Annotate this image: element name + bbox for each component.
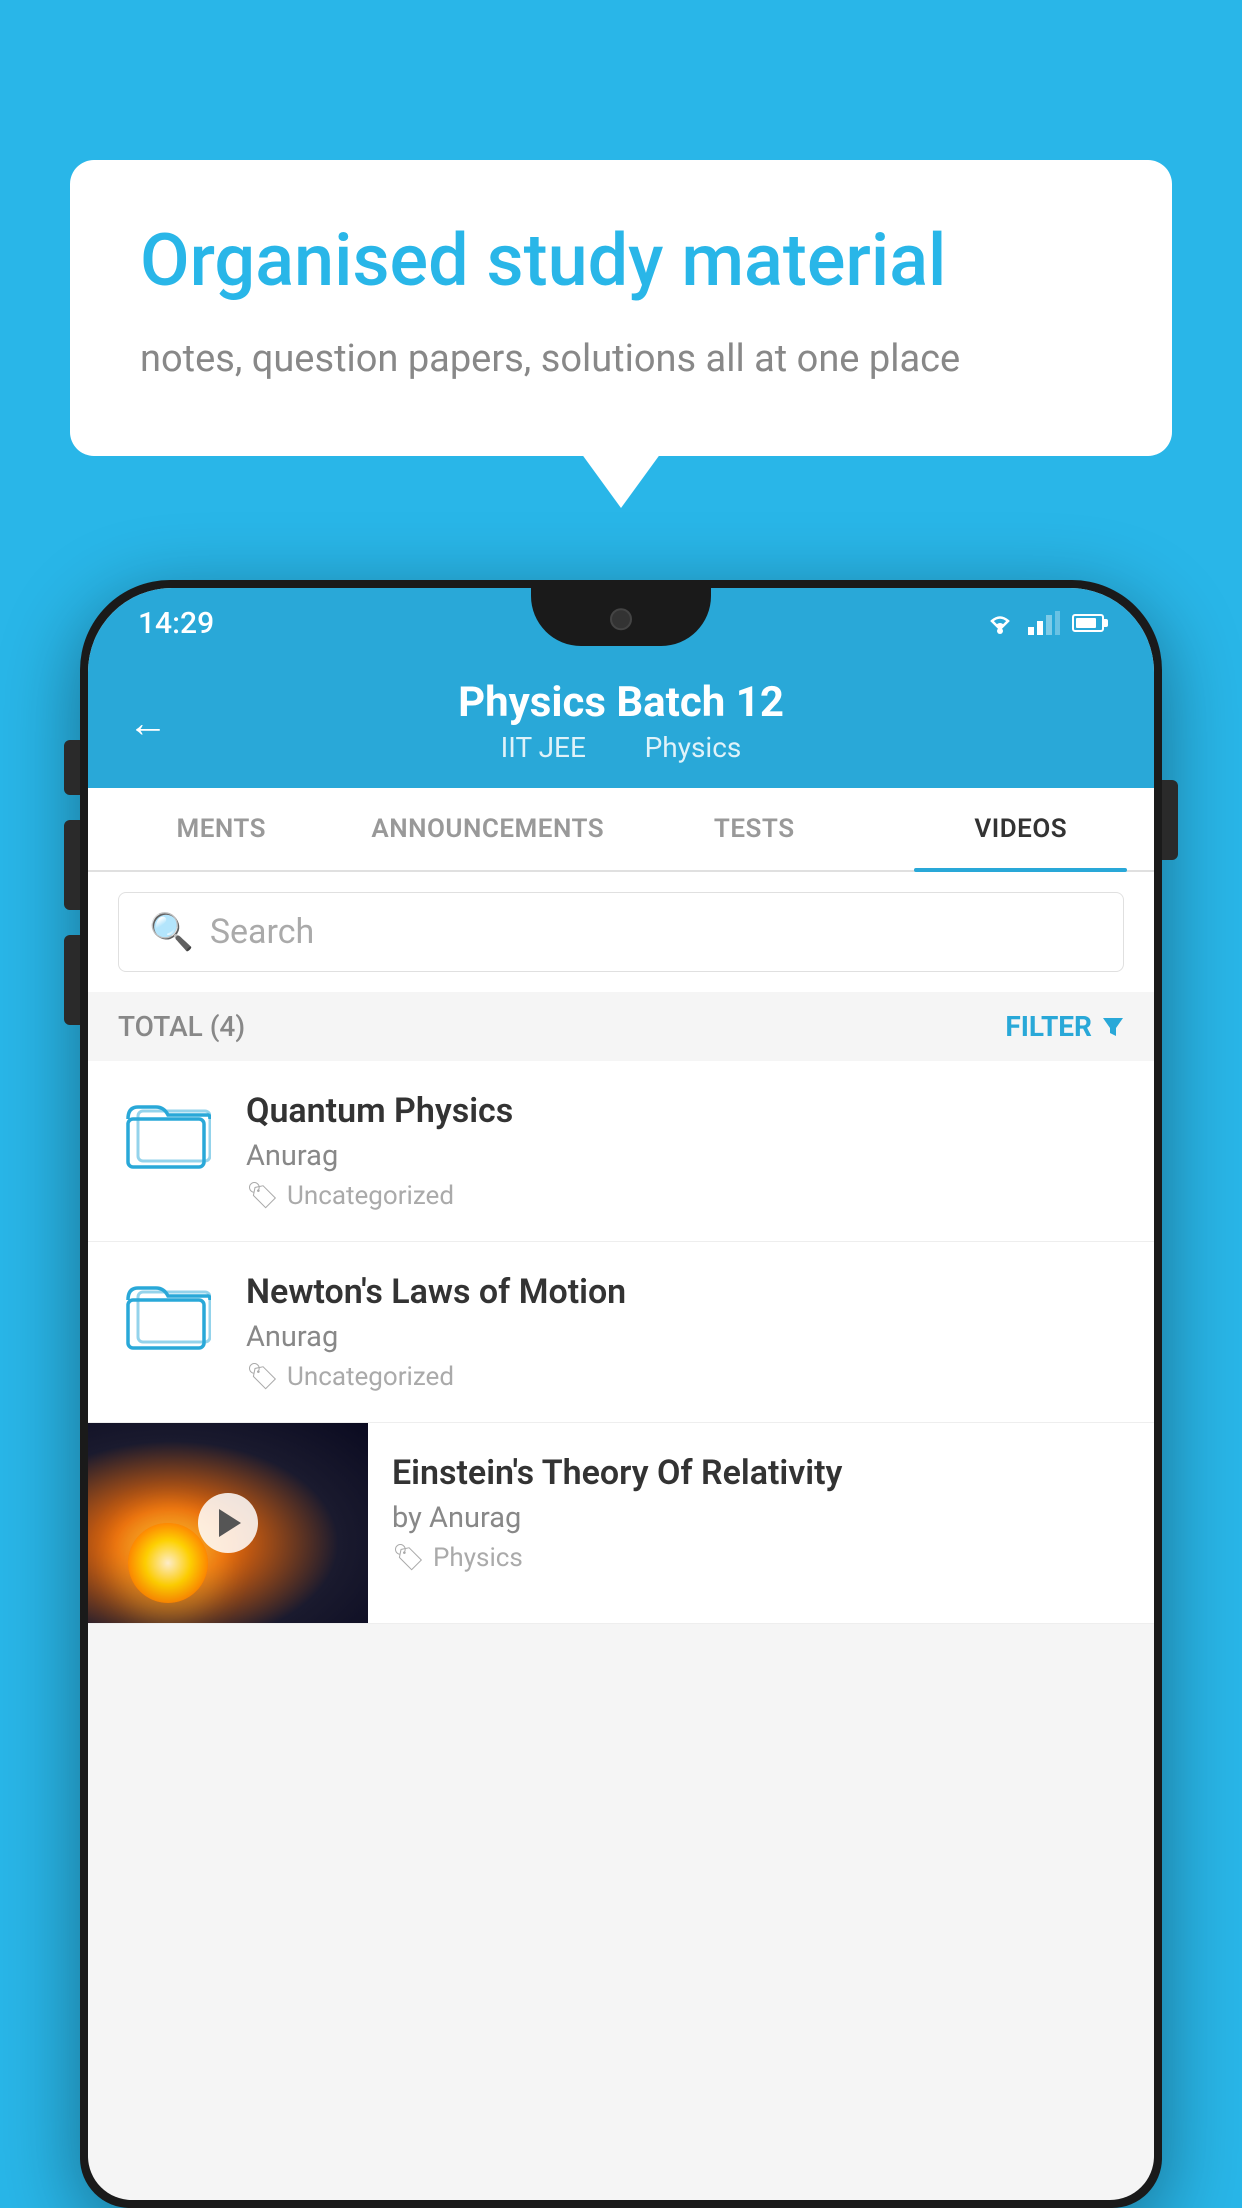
status-icons xyxy=(984,611,1104,635)
filter-bar: TOTAL (4) FILTER xyxy=(88,992,1154,1061)
play-button[interactable] xyxy=(198,1493,258,1553)
camera xyxy=(610,608,632,630)
list-item[interactable]: Quantum Physics Anurag 🏷 Uncategorized xyxy=(88,1061,1154,1242)
video-thumbnail xyxy=(88,1423,368,1623)
battery-icon xyxy=(1072,614,1104,632)
video-title: Einstein's Theory Of Relativity xyxy=(392,1453,1134,1493)
tag-label: Uncategorized xyxy=(287,1362,454,1392)
speech-bubble: Organised study material notes, question… xyxy=(70,160,1172,456)
video-title: Newton's Laws of Motion xyxy=(246,1272,1124,1312)
promo-section: Organised study material notes, question… xyxy=(70,160,1172,456)
folder-icon-wrapper xyxy=(118,1091,218,1169)
status-time: 14:29 xyxy=(138,606,214,641)
video-list: Quantum Physics Anurag 🏷 Uncategorized xyxy=(88,1061,1154,1624)
tag-icon: 🏷 xyxy=(246,1362,279,1392)
power-button xyxy=(1162,780,1178,860)
video-author: Anurag xyxy=(246,1139,1124,1173)
batch-title: Physics Batch 12 xyxy=(458,678,784,727)
search-placeholder: Search xyxy=(210,912,314,952)
tab-announcements[interactable]: ANNOUNCEMENTS xyxy=(355,788,622,870)
video-author: by Anurag xyxy=(392,1501,1134,1535)
volume-down-button xyxy=(64,935,80,1025)
list-item[interactable]: Newton's Laws of Motion Anurag 🏷 Uncateg… xyxy=(88,1242,1154,1423)
bubble-title: Organised study material xyxy=(140,220,1102,303)
video-title: Quantum Physics xyxy=(246,1091,1124,1131)
tab-videos[interactable]: VIDEOS xyxy=(888,788,1155,870)
notch xyxy=(531,588,711,646)
signal-icon xyxy=(1028,611,1060,635)
wifi-icon xyxy=(984,611,1016,635)
back-button[interactable]: ← xyxy=(128,700,168,747)
tag-icon: 🏷 xyxy=(246,1181,279,1211)
folder-icon-wrapper xyxy=(118,1272,218,1350)
video-info: Quantum Physics Anurag 🏷 Uncategorized xyxy=(246,1091,1124,1211)
tag-iit: IIT JEE xyxy=(501,731,586,764)
bubble-subtitle: notes, question papers, solutions all at… xyxy=(140,333,1102,386)
thumbnail-glow xyxy=(128,1523,208,1603)
phone-screen: 14:29 xyxy=(88,588,1154,2200)
batch-subtitle: IIT JEE Physics xyxy=(489,731,754,764)
search-container: 🔍 Search xyxy=(88,872,1154,992)
tag-label: Physics xyxy=(433,1543,523,1573)
volume-up-button xyxy=(64,820,80,910)
tag-physics: Physics xyxy=(645,731,742,764)
folder-icon xyxy=(126,1278,211,1350)
list-item[interactable]: Einstein's Theory Of Relativity by Anura… xyxy=(88,1423,1154,1624)
filter-icon xyxy=(1102,1016,1124,1038)
video-tag: 🏷 Uncategorized xyxy=(246,1181,1124,1211)
tab-ments[interactable]: MENTS xyxy=(88,788,355,870)
video-tag: 🏷 Uncategorized xyxy=(246,1362,1124,1392)
video-tag: 🏷 Physics xyxy=(392,1543,1134,1573)
filter-label: FILTER xyxy=(1005,1010,1092,1043)
tag-icon: 🏷 xyxy=(392,1543,425,1573)
video-author: Anurag xyxy=(246,1320,1124,1354)
tab-bar: MENTS ANNOUNCEMENTS TESTS VIDEOS xyxy=(88,788,1154,872)
tab-tests[interactable]: TESTS xyxy=(621,788,888,870)
search-icon: 🔍 xyxy=(149,911,194,953)
total-count: TOTAL (4) xyxy=(118,1010,245,1043)
video-info: Newton's Laws of Motion Anurag 🏷 Uncateg… xyxy=(246,1272,1124,1392)
app-header: ← Physics Batch 12 IIT JEE Physics xyxy=(88,658,1154,788)
play-icon xyxy=(219,1509,241,1537)
mute-button xyxy=(64,740,80,795)
filter-button[interactable]: FILTER xyxy=(1005,1010,1124,1043)
phone-frame: 14:29 xyxy=(80,580,1162,2208)
status-bar: 14:29 xyxy=(88,588,1154,658)
video-info: Einstein's Theory Of Relativity by Anura… xyxy=(368,1423,1154,1593)
folder-icon xyxy=(126,1097,211,1169)
tag-label: Uncategorized xyxy=(287,1181,454,1211)
search-bar[interactable]: 🔍 Search xyxy=(118,892,1124,972)
